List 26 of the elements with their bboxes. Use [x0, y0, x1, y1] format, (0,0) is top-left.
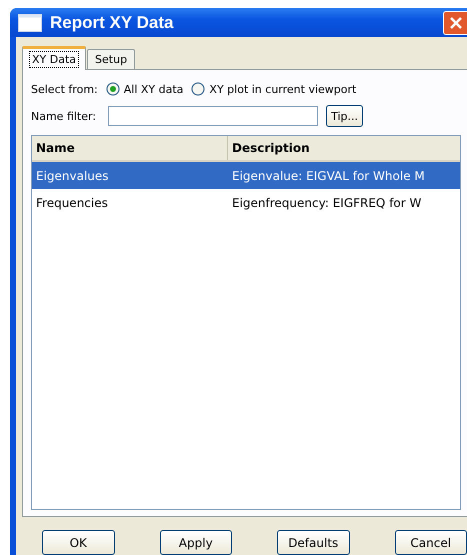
tab[interactable]: XY Data: [22, 46, 86, 70]
dialog-button[interactable]: Defaults: [277, 530, 350, 555]
name-cell-text: Frequencies: [35, 196, 109, 210]
window-title: Report XY Data: [50, 12, 174, 32]
column-header[interactable]: Name: [32, 136, 228, 160]
tip-button[interactable]: Tip...: [326, 105, 363, 127]
tab[interactable]: Setup: [87, 49, 136, 69]
name-cell-text: Eigenvalues: [35, 168, 110, 182]
list-row[interactable]: Frequencies Eigenfrequency: EIGFREQ for W: [32, 189, 460, 216]
dialog-button[interactable]: Cancel: [394, 530, 467, 555]
window-icon: [18, 14, 42, 32]
radio-button[interactable]: [191, 82, 206, 96]
name-filter-field[interactable]: [108, 106, 318, 126]
column-header[interactable]: Description: [228, 136, 310, 160]
close-icon: [448, 14, 464, 30]
radio-option[interactable]: All XY data: [106, 82, 184, 96]
radio-button[interactable]: [106, 82, 120, 96]
description-cell-text: Eigenvalue: EIGVAL for Whole M: [231, 168, 425, 182]
radio-option[interactable]: XY plot in current viewport: [191, 82, 356, 96]
select-from-label: Select from:: [31, 82, 98, 96]
close-button[interactable]: [443, 10, 467, 34]
name-filter-label: Name filter:: [31, 110, 96, 122]
description-cell-text: Eigenfrequency: EIGFREQ for W: [231, 196, 422, 210]
list-row[interactable]: Eigenvalues Eigenvalue: EIGVAL for Whole M: [32, 162, 460, 189]
dialog-button[interactable]: OK: [42, 530, 114, 555]
dialog-button[interactable]: Apply: [160, 530, 232, 555]
